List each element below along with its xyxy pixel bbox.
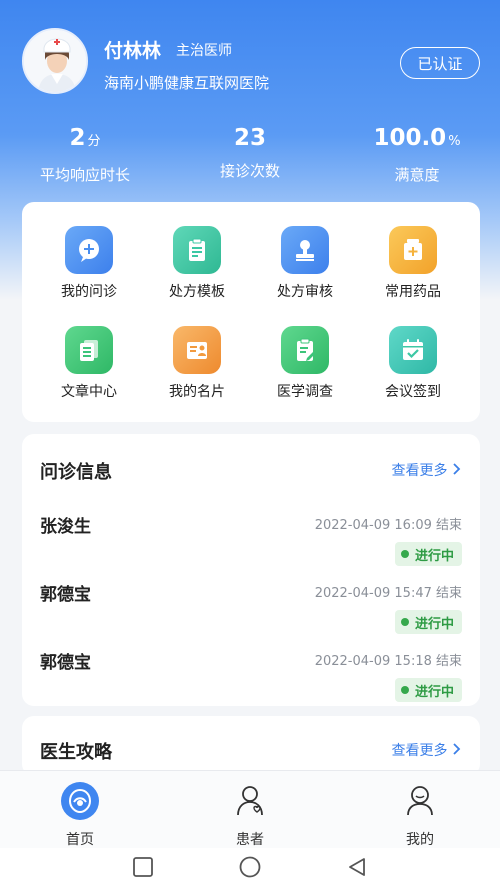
chevron-right-icon [452,463,462,479]
menu-label: 我的问诊 [61,284,117,300]
survey-icon [281,326,329,374]
consult-time: 2022-04-09 16:09 结束 [314,518,462,533]
status-badge: 进行中 [394,678,462,702]
stat-unit: % [448,134,461,149]
doctor-title: 主治医师 [176,43,232,59]
recent-apps-button[interactable] [132,856,154,882]
stat-response-time: 2分 平均响应时长 [10,122,160,185]
function-grid: 我的问诊 处方模板 处方审核 常用药品 文章中心 我的名片 医学调查 会议签到 [22,202,480,422]
stat-label: 满意度 [394,166,440,184]
patient-icon [237,786,263,816]
medicine-box-icon [389,226,437,274]
status-dot-icon [400,618,409,626]
stat-label: 接诊次数 [219,162,280,180]
tab-home[interactable]: 首页 [20,781,140,849]
menu-my-card[interactable]: 我的名片 [142,326,252,401]
menu-label: 医学调查 [277,384,333,400]
status-label: 进行中 [414,684,454,700]
menu-label: 处方模板 [169,284,225,300]
menu-medical-survey[interactable]: 医学调查 [250,326,360,401]
menu-common-drugs[interactable]: 常用药品 [358,226,468,301]
doctor-guide-card: 医生攻略 查看更多 [22,716,480,776]
chat-plus-icon [65,226,113,274]
section-title: 问诊信息 [40,462,112,483]
tab-label: 患者 [236,832,264,848]
consult-time: 2022-04-09 15:18 结束 [314,654,462,669]
more-label: 查看更多 [391,743,448,759]
consultation-row[interactable]: 张浚生 2022-04-09 16:09 结束 进行中 [22,512,480,580]
stamp-icon [281,226,329,274]
system-navigation-bar [0,848,500,888]
tab-profile[interactable]: 我的 [360,781,480,849]
stat-value: 100.0 [373,125,447,151]
menu-meeting-checkin[interactable]: 会议签到 [358,326,468,401]
circle-icon [239,856,261,878]
menu-label: 处方审核 [277,284,333,300]
consultation-row[interactable]: 郭德宝 2022-04-09 15:47 结束 进行中 [22,580,480,648]
status-badge: 进行中 [394,610,462,634]
menu-prescription-review[interactable]: 处方审核 [250,226,360,301]
square-icon [133,857,153,877]
stat-value: 23 [233,125,266,151]
tab-label: 首页 [66,832,94,848]
calendar-check-icon [389,326,437,374]
patient-name: 郭德宝 [40,585,91,605]
menu-prescription-template[interactable]: 处方模板 [142,226,252,301]
patient-name: 郭德宝 [40,653,91,673]
document-icon [65,326,113,374]
triangle-back-icon [349,858,365,876]
back-button[interactable] [346,856,368,882]
consultation-row[interactable]: 郭德宝 2022-04-09 15:18 结束 进行中 [22,648,480,716]
menu-label: 文章中心 [61,384,117,400]
home-logo-icon [61,782,99,820]
tab-patients[interactable]: 患者 [190,781,310,849]
tab-label: 我的 [406,832,434,848]
stat-satisfaction: 100.0% 满意度 [342,122,492,185]
clipboard-template-icon [173,226,221,274]
status-dot-icon [400,550,409,558]
menu-label: 我的名片 [169,384,225,400]
stat-consult-count: 23 接诊次数 [175,122,325,181]
stat-label: 平均响应时长 [39,166,130,184]
consultation-more-link[interactable]: 查看更多 [392,460,462,480]
doctor-name: 付林林 [104,40,162,62]
hospital-name: 海南小鹏健康互联网医院 [104,74,270,92]
bottom-tab-bar: 首页 患者 我的 [0,770,500,848]
status-label: 进行中 [414,616,454,632]
status-badge: 进行中 [394,542,462,566]
doctor-avatar[interactable] [22,28,88,94]
verified-button[interactable]: 已认证 [400,47,480,79]
menu-my-consultation[interactable]: 我的问诊 [34,226,144,301]
chevron-right-icon [452,743,462,759]
stat-value: 2 [69,125,86,151]
patient-name: 张浚生 [40,517,91,537]
stat-unit: 分 [87,134,101,149]
menu-label: 会议签到 [385,384,441,400]
home-button[interactable] [239,856,261,882]
section-title: 医生攻略 [40,742,112,763]
id-card-icon [173,326,221,374]
profile-icon [407,786,433,816]
status-dot-icon [400,686,409,694]
guide-more-link[interactable]: 查看更多 [392,740,462,760]
status-label: 进行中 [414,548,454,564]
consult-time: 2022-04-09 15:47 结束 [314,586,462,601]
menu-article-center[interactable]: 文章中心 [34,326,144,401]
menu-label: 常用药品 [385,284,441,300]
consultation-card: 问诊信息 查看更多 张浚生 2022-04-09 16:09 结束 进行中 郭德… [22,434,480,706]
more-label: 查看更多 [391,463,448,479]
